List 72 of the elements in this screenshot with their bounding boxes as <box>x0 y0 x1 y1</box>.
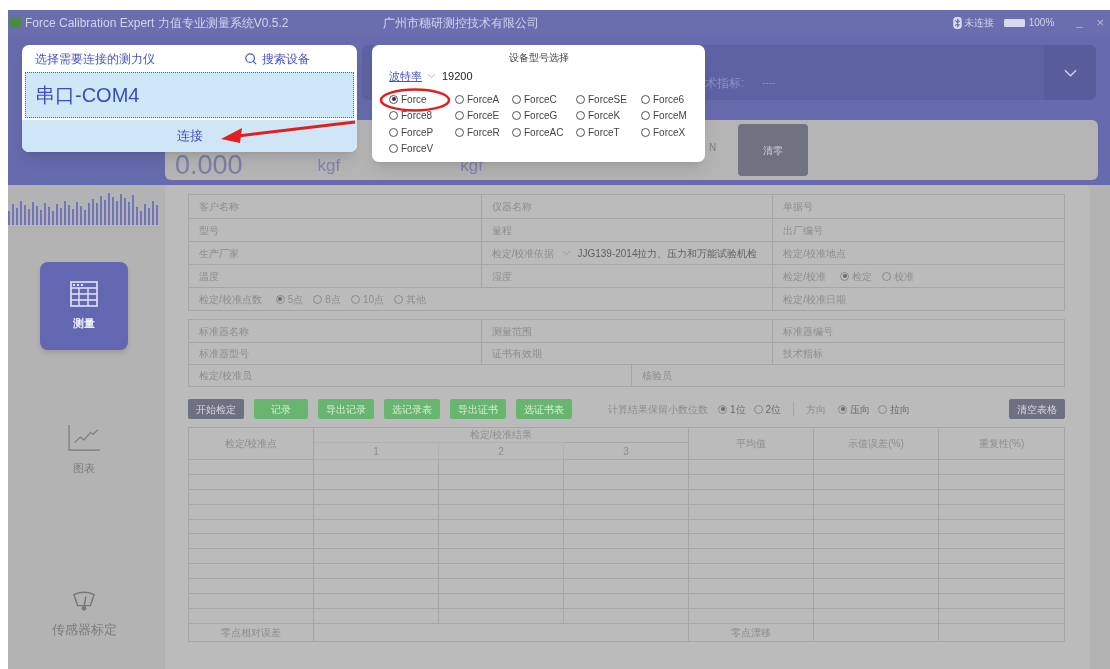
table-icon <box>70 280 98 307</box>
radio-label: ForceT <box>588 125 620 140</box>
radio-label: ForceP <box>401 125 434 140</box>
radio-label: ForceK <box>588 109 621 124</box>
radio-label: ForceAC <box>524 125 564 140</box>
close-button[interactable]: × <box>1096 12 1104 33</box>
sidebar-item[interactable]: 测量 <box>40 262 128 350</box>
radio-label: ForceA <box>467 92 500 107</box>
radio-button[interactable] <box>512 127 521 137</box>
highlight-ellipse <box>379 88 451 112</box>
radio-button[interactable] <box>641 111 650 121</box>
radio-button[interactable] <box>455 127 464 137</box>
search-icon <box>245 52 257 65</box>
radio-label: ForceR <box>467 125 500 140</box>
radio-label: 拉向 <box>890 402 911 417</box>
toolbar-button[interactable]: 导出记录 <box>318 399 374 419</box>
dialog-title: 选择需要连接的测力仪 <box>35 50 155 68</box>
minimize-button[interactable]: _ <box>1076 14 1083 31</box>
radio-label: ForceM <box>653 109 687 124</box>
toolbar-button[interactable]: 记录 <box>254 399 308 419</box>
radio-label: ForceX <box>653 125 686 140</box>
dialog-title: 设备型号选择 <box>508 50 569 65</box>
clear-table-button[interactable]: 清空表格 <box>1009 399 1065 419</box>
radio-button[interactable] <box>576 94 585 104</box>
gauge-icon <box>72 590 96 613</box>
radio-button[interactable] <box>389 94 398 104</box>
company-name: 广州市穗研测控技术有限公司 <box>383 14 540 32</box>
radio-button[interactable] <box>576 111 585 121</box>
bluetooth-icon <box>952 16 962 29</box>
radio-button[interactable] <box>512 111 521 121</box>
zero-button[interactable]: 清零 <box>738 124 809 176</box>
toolbar-button[interactable]: 选证书表 <box>516 399 572 419</box>
radio-button[interactable] <box>641 127 650 137</box>
line-chart-icon <box>67 423 101 452</box>
radio-button[interactable] <box>576 127 585 137</box>
standard-select[interactable]: JJG139-2014拉力、压力和万能试验机检 <box>562 245 758 261</box>
device-list-item[interactable]: 串口-COM4 <box>25 72 354 118</box>
force-reading: 0.000 <box>175 152 243 179</box>
radio-button[interactable] <box>455 94 464 104</box>
toolbar-button[interactable]: 开始检定 <box>188 399 244 419</box>
radio-label: 1位 <box>730 402 746 417</box>
chevron-down-icon <box>562 250 572 256</box>
bluetooth-status: 未连接 <box>963 16 994 30</box>
radio-button[interactable] <box>389 144 398 154</box>
radio-label: Force8 <box>401 109 433 124</box>
radio-label: Force6 <box>653 92 685 107</box>
radio-label: Force <box>401 92 427 107</box>
radio-label: 压向 <box>850 402 871 417</box>
battery-icon <box>1003 18 1026 27</box>
baud-rate-select[interactable]: 19200 <box>427 67 473 85</box>
radio-button[interactable] <box>389 127 398 137</box>
baud-rate-label: 波特率 <box>389 68 422 84</box>
chevron-down-icon <box>427 73 436 79</box>
app-icon <box>10 17 21 28</box>
toolbar-button[interactable]: 导出证书 <box>450 399 506 419</box>
battery-level: 100% <box>1028 16 1055 30</box>
search-devices-button[interactable]: 搜索设备 <box>245 49 310 68</box>
spec-value: ---- <box>762 76 776 90</box>
radio-label: ForceG <box>524 109 558 124</box>
chevron-down-icon <box>1063 68 1077 77</box>
radio-label: ForceE <box>467 109 500 124</box>
radio-label: 2位 <box>765 402 782 417</box>
radio-button[interactable] <box>455 111 464 121</box>
radio-label: ForceC <box>524 92 557 107</box>
radio-label: ForceSE <box>588 92 627 107</box>
radio-button[interactable] <box>389 111 398 121</box>
window-title: Force Calibration Expert 力值专业测量系统V0.5.2 <box>25 14 289 32</box>
radio-label: ForceV <box>401 142 434 157</box>
connect-button[interactable]: 连接 <box>22 120 357 152</box>
radio-button[interactable] <box>641 94 650 104</box>
toolbar-button[interactable]: 选记录表 <box>384 399 440 419</box>
radio-button[interactable] <box>512 94 521 104</box>
